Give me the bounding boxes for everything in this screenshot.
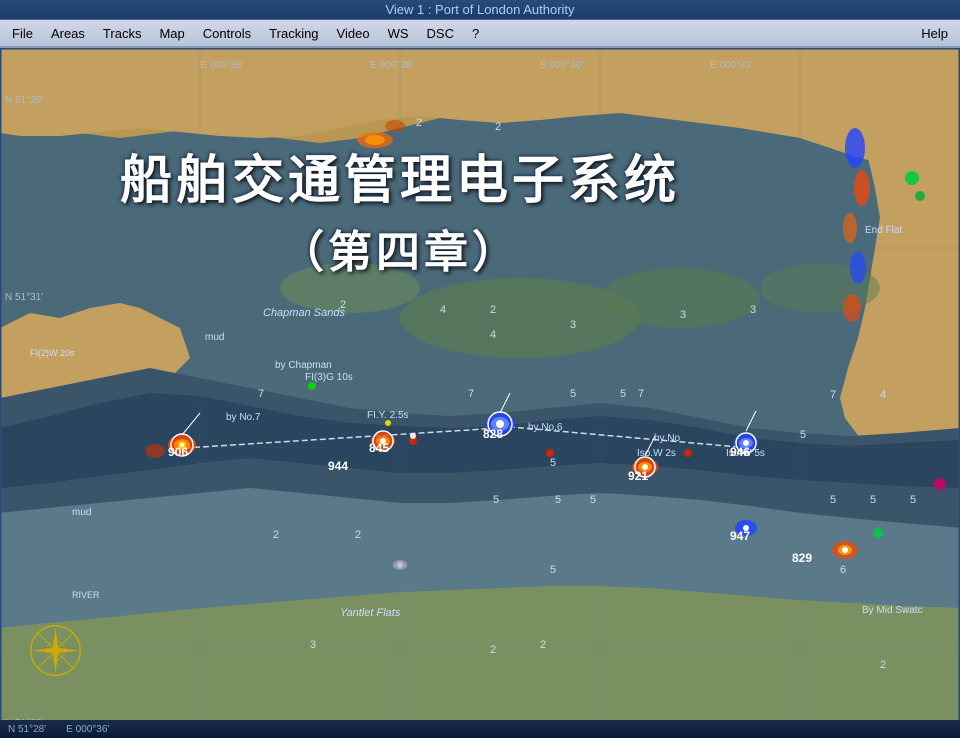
svg-text:7: 7: [638, 388, 644, 400]
svg-text:mud: mud: [205, 332, 224, 343]
svg-text:2: 2: [490, 644, 496, 656]
svg-text:3: 3: [570, 319, 576, 331]
svg-text:4: 4: [880, 389, 886, 401]
svg-text:2: 2: [273, 529, 279, 541]
svg-text:5: 5: [870, 494, 876, 506]
svg-text:7: 7: [468, 388, 474, 400]
svg-text:845: 845: [369, 441, 389, 455]
svg-text:FI.Y. 2.5s: FI.Y. 2.5s: [367, 410, 409, 421]
svg-text:4: 4: [490, 329, 496, 341]
svg-text:829: 829: [792, 551, 812, 565]
svg-text:3: 3: [382, 157, 388, 169]
svg-text:947: 947: [730, 529, 750, 543]
svg-text:906: 906: [168, 445, 188, 459]
help-button[interactable]: Help: [913, 24, 956, 43]
svg-text:E 000°42': E 000°42': [710, 60, 753, 71]
svg-text:946: 946: [730, 445, 750, 459]
menu-dsc[interactable]: DSC: [419, 24, 462, 43]
svg-text:5: 5: [555, 494, 561, 506]
svg-text:5: 5: [590, 494, 596, 506]
svg-text:5: 5: [620, 388, 626, 400]
menu-tracks[interactable]: Tracks: [95, 24, 150, 43]
svg-text:2: 2: [495, 121, 501, 133]
menu-file[interactable]: File: [4, 24, 41, 43]
svg-text:Yantlet Flats: Yantlet Flats: [340, 607, 401, 619]
menu-controls[interactable]: Controls: [195, 24, 259, 43]
svg-text:by Chapman: by Chapman: [275, 360, 332, 371]
svg-text:N 51°31': N 51°31': [5, 292, 43, 303]
svg-text:E 000°36': E 000°36': [200, 60, 243, 71]
svg-text:944: 944: [328, 459, 348, 473]
title-bar: View 1 : Port of London Authority: [0, 0, 960, 20]
svg-text:2: 2: [880, 659, 886, 671]
svg-text:E 000°38': E 000°38': [370, 60, 413, 71]
svg-text:5: 5: [830, 494, 836, 506]
svg-text:5: 5: [550, 457, 556, 469]
svg-text:FI(3)G 10s: FI(3)G 10s: [305, 372, 353, 383]
svg-text:3: 3: [680, 309, 686, 321]
svg-text:7: 7: [258, 388, 264, 400]
svg-text:5: 5: [550, 564, 556, 576]
svg-text:By Mid Swatc: By Mid Swatc: [862, 605, 923, 616]
svg-text:5: 5: [493, 494, 499, 506]
svg-text:mud: mud: [72, 507, 91, 518]
svg-text:7: 7: [830, 389, 836, 401]
svg-text:4: 4: [440, 304, 446, 316]
status-lon: E 000°36': [66, 724, 109, 735]
svg-text:2: 2: [540, 639, 546, 651]
svg-text:5: 5: [570, 388, 576, 400]
menu-tracking[interactable]: Tracking: [261, 24, 326, 43]
svg-text:5: 5: [910, 494, 916, 506]
title-text: View 1 : Port of London Authority: [385, 2, 574, 17]
menu-map[interactable]: Map: [151, 24, 192, 43]
svg-text:Iso.W 2s: Iso.W 2s: [637, 448, 676, 459]
svg-text:by No.7: by No.7: [226, 412, 261, 423]
status-bar: N 51°28' E 000°36': [0, 720, 960, 738]
svg-text:3: 3: [750, 304, 756, 316]
svg-text:2: 2: [355, 529, 361, 541]
svg-text:921: 921: [628, 469, 648, 483]
svg-text:2: 2: [490, 304, 496, 316]
menu-bar: File Areas Tracks Map Controls Tracking …: [0, 20, 960, 48]
svg-text:RIVER: RIVER: [72, 590, 100, 600]
svg-text:E 000°40': E 000°40': [540, 60, 583, 71]
svg-text:Chapman Sands: Chapman Sands: [263, 307, 345, 319]
svg-text:828: 828: [483, 427, 503, 441]
svg-text:by No.6: by No.6: [528, 422, 563, 433]
svg-text:End Flat: End Flat: [865, 225, 902, 236]
map-svg: 3 2 2 2 2 2 2 3 3 5 5 5 5 7 7 5 5 7 5 7 …: [0, 48, 960, 738]
compass-rose: [28, 623, 83, 678]
map-container: 3 2 2 2 2 2 2 3 3 5 5 5 5 7 7 5 5 7 5 7 …: [0, 48, 960, 738]
svg-text:6: 6: [840, 564, 846, 576]
menu-question[interactable]: ?: [464, 24, 487, 43]
menu-ws[interactable]: WS: [380, 24, 417, 43]
svg-text:FI(2)W 20s: FI(2)W 20s: [30, 348, 75, 358]
svg-text:3: 3: [310, 639, 316, 651]
status-lat: N 51°28': [8, 724, 46, 735]
svg-text:N 51°20': N 51°20': [5, 95, 43, 106]
svg-text:hy No: hy No: [654, 433, 681, 444]
menu-areas[interactable]: Areas: [43, 24, 93, 43]
svg-text:5: 5: [800, 429, 806, 441]
menu-video[interactable]: Video: [329, 24, 378, 43]
svg-text:2: 2: [416, 117, 422, 129]
